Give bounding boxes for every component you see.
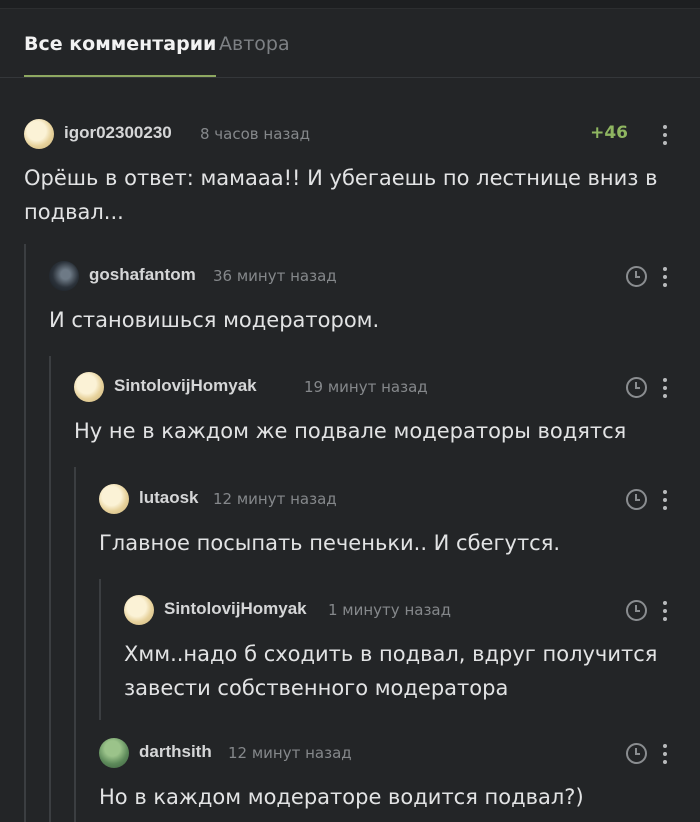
more-vertical-icon[interactable]	[662, 378, 668, 398]
user-avatar[interactable]	[99, 738, 129, 768]
comment-time[interactable]: 12 минут назад	[228, 744, 352, 762]
comment-header: goshafantom 36 минут назад	[49, 259, 676, 295]
clock-icon[interactable]	[626, 600, 647, 621]
comment: lutaosk 12 минут назад Главное посыпать …	[99, 482, 676, 560]
comment-time[interactable]: 19 минут назад	[304, 378, 428, 396]
comment-text: Но в каждом модераторе водится подвал?)	[99, 785, 584, 809]
clock-icon[interactable]	[626, 266, 647, 287]
clock-icon[interactable]	[626, 489, 647, 510]
thread-line[interactable]	[74, 467, 76, 822]
comment-username[interactable]: darthsith	[139, 742, 212, 762]
comment: darthsith 12 минут назад Но в каждом мод…	[99, 736, 676, 814]
top-strip	[0, 0, 700, 9]
tab-all-comments[interactable]: Все комментарии	[24, 33, 217, 77]
more-vertical-icon[interactable]	[662, 125, 668, 145]
more-vertical-icon[interactable]	[662, 744, 668, 764]
tab-author[interactable]: Автора	[219, 33, 290, 55]
user-avatar[interactable]	[74, 372, 104, 402]
thread-line[interactable]	[24, 244, 26, 822]
comment-text: Ну не в каждом же подвале модераторы вод…	[74, 419, 627, 443]
more-vertical-icon[interactable]	[662, 267, 668, 287]
comment-header: darthsith 12 минут назад	[99, 736, 676, 772]
comment-header: lutaosk 12 минут назад	[99, 482, 676, 518]
user-avatar[interactable]	[49, 261, 79, 291]
comment-text: Главное посыпать печеньки.. И сбегутся.	[99, 531, 561, 555]
comment-username[interactable]: SintolovijHomyak	[114, 376, 257, 396]
comment-header: igor02300230 8 часов назад +46	[24, 117, 676, 153]
comments-tabs: Все комментарии Автора	[0, 9, 700, 78]
comment-text: И становишься модератором.	[49, 308, 380, 332]
comment: goshafantom 36 минут назад И становишься…	[49, 259, 676, 337]
user-avatar[interactable]	[99, 484, 129, 514]
comment-time[interactable]: 36 минут назад	[213, 267, 337, 285]
more-vertical-icon[interactable]	[662, 490, 668, 510]
comment: SintolovijHomyak 1 минуту назад Хмм..над…	[124, 593, 676, 705]
thread-line[interactable]	[49, 356, 51, 822]
comment-username[interactable]: SintolovijHomyak	[164, 599, 307, 619]
user-avatar[interactable]	[24, 119, 54, 149]
comment-time[interactable]: 1 минуту назад	[328, 601, 451, 619]
user-avatar[interactable]	[124, 595, 154, 625]
comment-username[interactable]: lutaosk	[139, 488, 199, 508]
comment: SintolovijHomyak 19 минут назад Ну не в …	[74, 370, 676, 448]
comment-text: Орёшь в ответ: мамааа!! И убегаешь по ле…	[24, 166, 658, 224]
more-vertical-icon[interactable]	[662, 601, 668, 621]
comment-time[interactable]: 12 минут назад	[213, 490, 337, 508]
thread-line[interactable]	[99, 579, 101, 720]
clock-icon[interactable]	[626, 743, 647, 764]
comment-username[interactable]: igor02300230	[64, 123, 172, 143]
clock-icon[interactable]	[626, 377, 647, 398]
comment-text: Хмм..надо б сходить в подвал, вдруг полу…	[124, 642, 658, 700]
comment-username[interactable]: goshafantom	[89, 265, 196, 285]
comment-score: +46	[590, 123, 628, 143]
comment-header: SintolovijHomyak 19 минут назад	[74, 370, 676, 406]
comment-time[interactable]: 8 часов назад	[200, 125, 310, 143]
comment-header: SintolovijHomyak 1 минуту назад	[124, 593, 676, 629]
comment: igor02300230 8 часов назад +46 Орёшь в о…	[24, 117, 676, 229]
